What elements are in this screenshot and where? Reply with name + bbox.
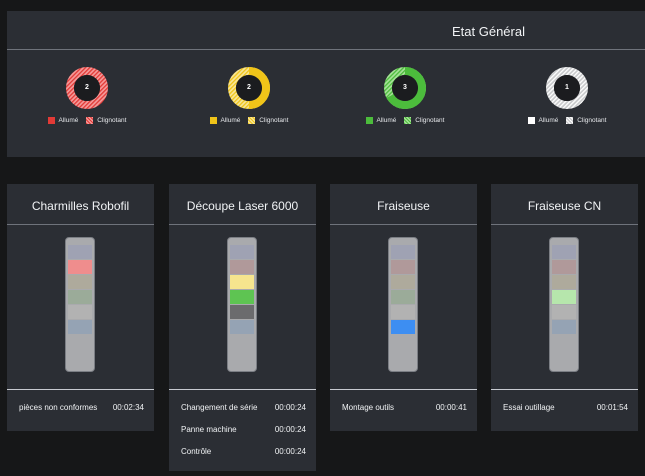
event-row: pièces non conformes 00:02:34 [19,402,144,424]
legend: Allumé Clignotant [189,117,309,126]
signal-light-off [391,290,415,304]
legend-on: Allumé [47,117,78,124]
signal-light-off [230,260,254,274]
legend-on: Allumé [527,117,558,124]
divider [491,389,638,390]
event-time: 00:01:54 [596,403,628,412]
event-row: Panne machine 00:00:24 [181,424,306,446]
event-time: 00:02:34 [112,403,144,412]
signal-tower [549,237,579,372]
event-row: Changement de série 00:00:24 [181,402,306,424]
signal-light-off [391,305,415,319]
signal-tower [227,237,257,372]
signal-light-off [68,245,92,259]
legend: Allumé Clignotant [507,117,627,126]
divider [330,224,477,225]
signal-light-off [552,245,576,259]
legend: Allumé Clignotant [27,117,147,126]
signal-light-off [552,260,576,274]
legend-blink: Clignotant [566,117,606,124]
event-list: pièces non conformes 00:02:34 [19,402,144,424]
donut-yellow[interactable]: 2 Allumé Clignotant [189,66,309,146]
swatch-blink [566,117,574,124]
swatch-blink [86,117,94,124]
legend-on: Allumé [365,117,396,124]
signal-light-off [391,275,415,289]
legend: Allumé Clignotant [345,117,465,126]
swatch-on [47,117,55,124]
event-time: 00:00:41 [435,403,467,412]
signal-light-yellow [230,275,254,289]
signal-light-off [552,275,576,289]
divider [7,389,154,390]
signal-light-off [68,305,92,319]
signal-light-off [230,245,254,259]
event-label: Essai outillage [503,403,555,412]
signal-light-lightgreen [552,290,576,304]
machine-card[interactable]: Charmilles Robofil pièces non conformes … [7,184,154,431]
event-list: Essai outillage 00:01:54 [503,402,628,424]
signal-light-green [230,290,254,304]
event-label: pièces non conformes [19,403,98,412]
divider [169,224,316,225]
signal-light-dark [230,305,254,319]
signal-light-off [230,320,254,334]
signal-tower [65,237,95,372]
machine-card[interactable]: Fraiseuse Montage outils 00:00:41 [330,184,477,431]
signal-light-off [552,305,576,319]
machine-name: Charmilles Robofil [31,199,130,213]
swatch-on [365,117,373,124]
swatch-on [527,117,535,124]
event-time: 00:00:24 [274,425,306,434]
donut-count: 1 [565,84,569,91]
donut-red[interactable]: 2 Allumé Clignotant [27,66,147,146]
machine-card[interactable]: Fraiseuse CN Essai outillage 00:01:54 [491,184,638,431]
legend-blink: Clignotant [86,117,126,124]
event-label: Panne machine [181,425,237,434]
donut-count: 2 [85,84,89,91]
swatch-on [209,117,217,124]
event-row: Montage outils 00:00:41 [342,402,467,424]
event-label: Contrôle [181,447,212,456]
signal-light-off [68,275,92,289]
signal-light-red [68,260,92,274]
legend-blink: Clignotant [404,117,444,124]
event-time: 00:00:24 [274,447,306,456]
signal-light-off [391,260,415,274]
event-time: 00:00:24 [274,403,306,412]
legend-blink: Clignotant [248,117,288,124]
machine-name: Fraiseuse CN [527,199,602,213]
machine-card[interactable]: Découpe Laser 6000 Changement de série 0… [169,184,316,471]
machine-name: Fraiseuse [377,199,430,213]
event-row: Contrôle 00:00:24 [181,446,306,468]
legend-on: Allumé [209,117,240,124]
donut-green[interactable]: 3 Allumé Clignotant [345,66,465,146]
donut-white[interactable]: 1 Allumé Clignotant [507,66,627,146]
general-status-title: Etat Général [452,24,525,39]
donut-count: 2 [247,84,251,91]
event-row: Essai outillage 00:01:54 [503,402,628,424]
divider [7,224,154,225]
signal-light-off [391,245,415,259]
signal-light-off [68,320,92,334]
divider [491,224,638,225]
signal-light-blue [391,320,415,334]
event-list: Montage outils 00:00:41 [342,402,467,424]
donut-count: 3 [403,84,407,91]
signal-tower [388,237,418,372]
general-status-panel: Etat Général 2 Allumé Clignotant 2 Allum… [7,11,645,157]
swatch-blink [404,117,412,124]
divider [330,389,477,390]
machine-name: Découpe Laser 6000 [186,199,299,213]
event-list: Changement de série 00:00:24 Panne machi… [181,402,306,468]
event-label: Montage outils [342,403,395,412]
signal-light-off [552,320,576,334]
signal-light-off [68,290,92,304]
swatch-blink [248,117,256,124]
divider [169,389,316,390]
event-label: Changement de série [181,403,258,412]
divider [7,49,645,50]
